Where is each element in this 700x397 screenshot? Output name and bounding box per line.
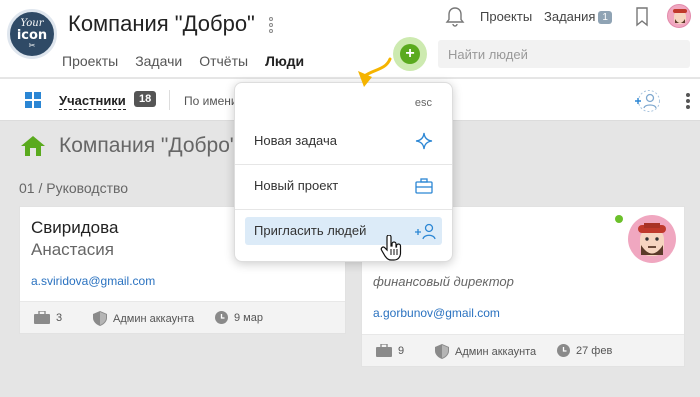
date-added-value: 9 мар <box>234 311 263 324</box>
add-person-icon <box>415 223 436 240</box>
projects-count: 9 <box>376 344 404 357</box>
role-badge-label: Админ аккаунта <box>113 312 195 325</box>
logo-text-main: icon <box>16 27 48 43</box>
logo-text-top: Your <box>20 17 44 29</box>
main-nav: Проекты Задачи Отчёты Люди <box>62 53 304 69</box>
company-menu-icon[interactable] <box>267 16 275 36</box>
sort-select[interactable]: По имени <box>184 94 238 108</box>
menu-item-new-project[interactable]: Новый проект <box>245 172 442 200</box>
projects-count: 3 <box>34 311 62 324</box>
scissors-icon: ✂ <box>28 40 36 50</box>
search-input[interactable] <box>438 40 690 68</box>
create-menu: esc Новая задача Новый проект Пригласить… <box>234 82 453 262</box>
person-email-link[interactable]: a.gorbunov@gmail.com <box>373 306 500 320</box>
menu-item-invite-people[interactable]: Пригласить людей <box>245 217 442 245</box>
clock-icon <box>557 344 570 357</box>
date-added: 9 мар <box>215 311 263 324</box>
bookmark-icon[interactable] <box>635 7 649 27</box>
hand-cursor-icon <box>380 235 402 261</box>
add-person-icon[interactable] <box>632 89 660 113</box>
tutorial-arrow-icon <box>358 57 392 87</box>
more-options-icon[interactable] <box>684 92 692 112</box>
esc-hint[interactable]: esc <box>415 97 432 109</box>
section-title: Компания "Добро" <box>59 134 238 157</box>
top-link-tasks-label: Задания <box>544 9 596 24</box>
create-button[interactable]: + <box>400 44 420 64</box>
person-first-name: Анастасия <box>31 240 114 259</box>
menu-divider <box>235 164 452 165</box>
members-count-badge: 18 <box>134 91 157 107</box>
nav-people[interactable]: Люди <box>265 53 304 69</box>
person-avatar <box>628 215 676 263</box>
role-badge: Админ аккаунта <box>93 311 194 326</box>
user-avatar[interactable] <box>667 4 691 28</box>
nav-projects[interactable]: Проекты <box>62 53 118 69</box>
role-badge-label: Админ аккаунта <box>455 345 537 358</box>
date-added: 27 фев <box>557 344 612 357</box>
members-tab[interactable]: Участники <box>59 93 126 110</box>
top-link-projects[interactable]: Проекты <box>480 9 532 24</box>
briefcase-icon <box>415 178 433 194</box>
top-link-tasks[interactable]: Задания 1 <box>544 9 612 24</box>
menu-item-new-task[interactable]: Новая задача <box>245 127 442 155</box>
company-logo[interactable]: Your icon ✂ <box>7 9 57 59</box>
menu-item-label: Пригласить людей <box>254 223 367 238</box>
shield-icon <box>435 344 449 359</box>
menu-divider <box>235 209 452 210</box>
briefcase-icon <box>376 344 392 357</box>
card-footer: 3 Админ аккаунта 9 мар <box>20 301 345 333</box>
shield-icon <box>93 311 107 326</box>
grid-view-icon[interactable] <box>25 92 41 108</box>
online-status-dot <box>615 215 623 223</box>
toolbar-divider <box>169 90 170 110</box>
person-position: финансовый директор <box>373 274 514 289</box>
nav-tasks[interactable]: Задачи <box>135 53 182 69</box>
person-last-name: Свиридова <box>31 218 119 237</box>
card-footer: 9 Админ аккаунта 27 фев <box>362 334 684 366</box>
menu-item-label: Новая задача <box>254 133 337 148</box>
person-email-link[interactable]: a.sviridova@gmail.com <box>31 274 155 288</box>
tasks-count-badge: 1 <box>598 11 612 24</box>
briefcase-icon <box>34 311 50 324</box>
projects-count-value: 9 <box>398 344 405 357</box>
home-icon <box>21 136 45 156</box>
menu-item-label: Новый проект <box>254 178 339 193</box>
bell-icon[interactable] <box>445 6 465 28</box>
clock-icon <box>215 311 228 324</box>
date-added-value: 27 фев <box>576 344 613 357</box>
nav-reports[interactable]: Отчёты <box>199 53 248 69</box>
company-title: Компания "Добро" <box>68 11 255 36</box>
role-badge: Админ аккаунта <box>435 344 536 359</box>
projects-count-value: 3 <box>56 311 63 324</box>
group-title: 01 / Руководство <box>19 180 129 196</box>
sparkle-icon <box>415 132 433 150</box>
